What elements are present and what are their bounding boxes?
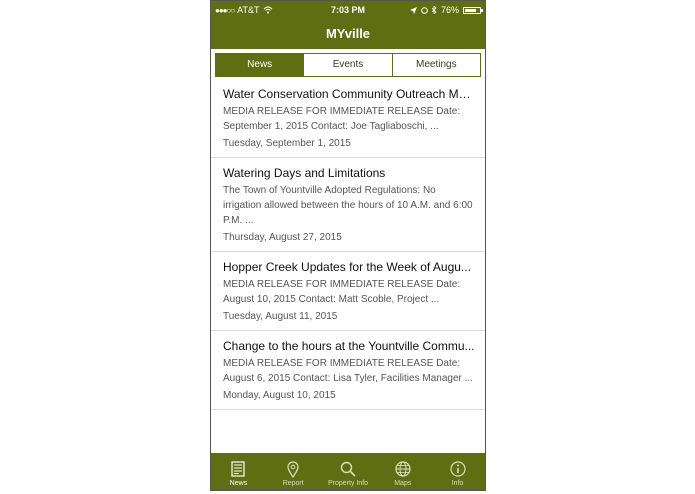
bluetooth-icon — [431, 6, 437, 14]
location-arrow-icon — [409, 6, 417, 14]
news-item[interactable]: Water Conservation Community Outreach Me… — [211, 79, 485, 158]
news-list[interactable]: Water Conservation Community Outreach Me… — [211, 79, 485, 455]
tab-label: Info — [451, 480, 464, 487]
news-item-summary: MEDIA RELEASE FOR IMMEDIATE RELEASE Date… — [223, 358, 473, 384]
tab-info[interactable]: Info — [430, 453, 485, 490]
news-item-date: Tuesday, September 1, 2015 — [223, 138, 351, 149]
tab-news[interactable]: News — [211, 453, 266, 490]
news-item-title: Watering Days and Limitations — [223, 166, 386, 180]
tab-label: Report — [282, 480, 304, 487]
news-icon — [231, 461, 245, 477]
battery-percent: 76% — [440, 5, 459, 15]
segmented-control: News Events Meetings — [215, 53, 481, 77]
phone-screen: ●●●○○ AT&T 7:03 PM 76% MYville News Even… — [210, 0, 486, 491]
battery-fill — [465, 8, 476, 12]
news-item-title: Change to the hours at the Yountville Co… — [223, 339, 475, 353]
status-right: 76% — [409, 5, 483, 15]
tab-label: News — [229, 480, 248, 487]
news-item[interactable]: Watering Days and Limitations The Town o… — [211, 158, 485, 252]
search-icon — [340, 461, 356, 477]
news-item-title: Hopper Creek Updates for the Week of Aug… — [223, 260, 471, 274]
news-item-summary: The Town of Yountville Adopted Regulatio… — [223, 185, 473, 226]
news-item-title: Water Conservation Community Outreach Me… — [223, 87, 475, 101]
tab-report[interactable]: Report — [266, 453, 321, 490]
info-icon — [449, 461, 466, 477]
news-item-date: Monday, August 10, 2015 — [223, 390, 336, 401]
news-item[interactable]: Hopper Creek Updates for the Week of Aug… — [211, 252, 485, 331]
segment-bar: News Events Meetings — [211, 49, 485, 83]
news-item-date: Thursday, August 27, 2015 — [223, 232, 342, 243]
news-item-date: Tuesday, August 11, 2015 — [223, 311, 338, 322]
globe-icon — [395, 461, 411, 477]
news-item-summary: MEDIA RELEASE FOR IMMEDIATE RELEASE Date… — [223, 279, 461, 305]
battery-icon — [463, 6, 483, 14]
segment-meetings[interactable]: Meetings — [391, 54, 480, 76]
app-title: MYville — [211, 19, 485, 49]
news-item[interactable]: Change to the hours at the Yountville Co… — [211, 331, 485, 410]
tab-bar: News Report Property Info Maps Info — [211, 453, 485, 490]
tab-property-info[interactable]: Property Info — [321, 453, 376, 490]
segment-news[interactable]: News — [216, 54, 304, 76]
news-item-summary: MEDIA RELEASE FOR IMMEDIATE RELEASE Date… — [223, 106, 461, 132]
segment-events[interactable]: Events — [303, 54, 391, 76]
tab-maps[interactable]: Maps — [375, 453, 430, 490]
map-pin-icon — [287, 461, 299, 478]
tab-label: Property Info — [327, 480, 369, 487]
alarm-clock-icon — [421, 6, 428, 14]
tab-label: Maps — [394, 480, 412, 487]
status-bar: ●●●○○ AT&T 7:03 PM 76% — [211, 1, 485, 19]
